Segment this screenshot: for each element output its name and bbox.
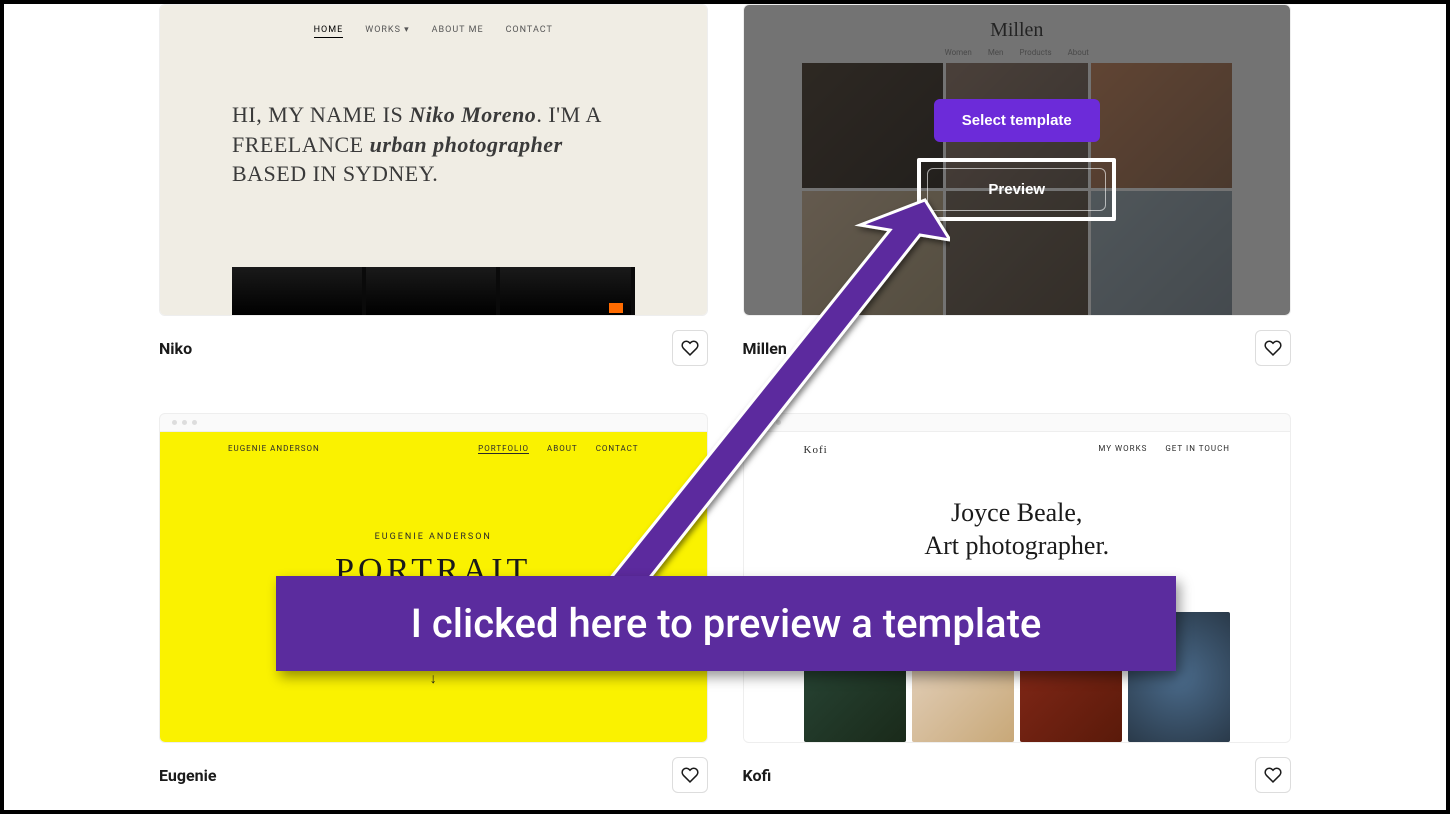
template-image-strip bbox=[232, 267, 635, 315]
template-name: Millen bbox=[743, 339, 787, 358]
template-header: Kofi MY WORKS GET IN TOUCH bbox=[744, 444, 1291, 456]
template-name: Eugenie bbox=[159, 766, 216, 785]
template-hover-overlay: Select template Preview bbox=[744, 5, 1291, 315]
template-name: Niko bbox=[159, 339, 192, 358]
template-name: Kofi bbox=[743, 766, 772, 785]
template-card-millen: Millen Women Men Products About Select t… bbox=[743, 4, 1292, 383]
favorite-button[interactable] bbox=[672, 330, 708, 366]
heart-icon bbox=[681, 766, 699, 784]
select-template-button[interactable]: Select template bbox=[934, 99, 1100, 142]
template-card-niko: HOME WORKS ▾ ABOUT ME CONTACT HI, MY NAM… bbox=[159, 4, 708, 383]
browser-chrome bbox=[159, 413, 708, 431]
preview-button-highlight: Preview bbox=[917, 158, 1116, 221]
template-nav: HOME WORKS ▾ ABOUT ME CONTACT bbox=[160, 25, 707, 38]
template-hero-text: HI, MY NAME IS Niko Moreno. I'M A FREELA… bbox=[232, 100, 635, 189]
template-thumbnail[interactable]: HOME WORKS ▾ ABOUT ME CONTACT HI, MY NAM… bbox=[159, 4, 708, 316]
heart-icon bbox=[1264, 339, 1282, 357]
heart-icon bbox=[1264, 766, 1282, 784]
heart-icon bbox=[681, 339, 699, 357]
favorite-button[interactable] bbox=[672, 757, 708, 793]
template-thumbnail[interactable]: Millen Women Men Products About Select t… bbox=[743, 4, 1292, 316]
browser-chrome bbox=[743, 413, 1292, 431]
favorite-button[interactable] bbox=[1255, 757, 1291, 793]
annotation-label: I clicked here to preview a template bbox=[276, 576, 1176, 671]
template-hero-text: Joyce Beale, Art photographer. bbox=[744, 497, 1291, 562]
template-subtitle: EUGENIE ANDERSON bbox=[160, 532, 707, 542]
favorite-button[interactable] bbox=[1255, 330, 1291, 366]
preview-button[interactable]: Preview bbox=[927, 168, 1106, 211]
template-header: EUGENIE ANDERSON PORTFOLIO ABOUT CONTACT bbox=[160, 444, 707, 454]
scroll-down-arrow-icon: ↓ bbox=[160, 670, 707, 687]
